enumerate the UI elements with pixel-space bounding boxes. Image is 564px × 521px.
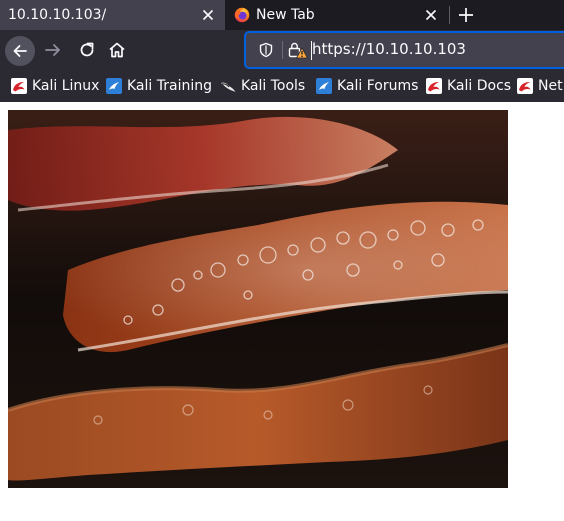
bacon-photo-illustration xyxy=(8,110,508,488)
kali-dragon-red-icon xyxy=(426,78,442,94)
tab-strip: 10.10.10.103/ New Tab xyxy=(0,0,564,30)
kali-training-blue-icon xyxy=(106,78,122,94)
forward-arrow-icon[interactable] xyxy=(43,40,63,60)
tab-active[interactable]: 10.10.10.103/ xyxy=(0,0,225,30)
url-text[interactable]: https://10.10.10.103 xyxy=(312,40,466,58)
tab-new-tab[interactable]: New Tab xyxy=(226,0,448,30)
tab-separator xyxy=(449,6,450,24)
bookmark-kali-docs[interactable]: Kali Docs xyxy=(426,76,511,96)
page-content xyxy=(0,102,564,521)
kali-dragon-black-icon xyxy=(221,82,236,92)
bookmark-label: Kali Training xyxy=(127,78,212,94)
bookmark-kali-linux[interactable]: Kali Linux xyxy=(11,76,99,96)
home-icon[interactable] xyxy=(107,40,127,60)
kali-dragon-red-icon xyxy=(517,78,533,94)
bookmark-label: Kali Linux xyxy=(32,78,100,94)
insecure-lock-warning-icon[interactable] xyxy=(288,41,308,59)
bacon-sizzling-photo xyxy=(8,110,508,488)
kali-forums-blue-icon xyxy=(316,78,332,94)
back-button[interactable] xyxy=(5,36,35,66)
close-icon[interactable] xyxy=(200,7,216,23)
firefox-icon xyxy=(234,7,250,23)
reload-icon[interactable] xyxy=(77,40,97,60)
new-tab-plus-icon[interactable] xyxy=(455,4,477,26)
tab-title: 10.10.10.103/ xyxy=(8,7,107,23)
close-icon[interactable] xyxy=(423,7,439,23)
bookmarks-toolbar: Kali Linux Kali Training Kali Tools Kali… xyxy=(0,70,564,102)
back-arrow-icon xyxy=(13,45,27,57)
bookmark-kali-forums[interactable]: Kali Forums xyxy=(316,76,418,96)
browser-window: 10.10.10.103/ New Tab https://10.10.10.1… xyxy=(0,0,564,521)
tracking-protection-shield-icon[interactable] xyxy=(258,42,274,58)
bookmark-kali-tools[interactable]: Kali Tools xyxy=(220,76,305,96)
tab-title: New Tab xyxy=(256,7,315,23)
bookmark-label: Kali Forums xyxy=(337,78,419,94)
kali-dragon-red-icon xyxy=(11,78,27,94)
url-bar[interactable]: https://10.10.10.103 xyxy=(244,31,564,69)
bookmark-label: Kali Tools xyxy=(241,78,306,94)
bookmark-net[interactable]: Net xyxy=(517,76,563,96)
bookmark-label: Kali Docs xyxy=(447,78,512,94)
url-bar-divider xyxy=(282,41,283,59)
bookmark-label: Net xyxy=(538,78,563,94)
navigation-toolbar: https://10.10.10.103 xyxy=(0,30,564,70)
bookmark-kali-training[interactable]: Kali Training xyxy=(106,76,212,96)
